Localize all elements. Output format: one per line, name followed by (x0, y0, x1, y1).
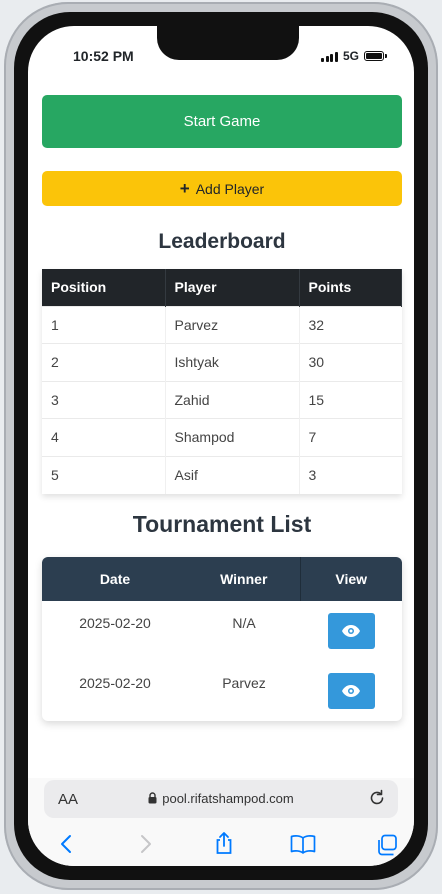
view-cell (300, 661, 402, 721)
column-header: View (299, 556, 402, 601)
position-cell: 3 (42, 380, 165, 419)
winner-cell: N/A (232, 614, 256, 631)
tournament-list-title: Tournament List (132, 510, 312, 537)
eye-icon (342, 624, 360, 637)
column-header: Player (165, 269, 300, 306)
position-cell: 2 (42, 343, 165, 381)
points-cell: 15 (298, 380, 402, 419)
chevron-left-icon[interactable] (60, 834, 72, 859)
plus-icon: + (179, 179, 190, 198)
status-bar: 10:52 PM 5G (28, 48, 414, 68)
table-row: 1 Parvez 32 (42, 305, 402, 344)
column-header: Date (42, 556, 188, 601)
table-row: 2025-02-20 Parvez (42, 661, 402, 721)
winner-cell: Parvez (222, 674, 266, 691)
player-cell: Ishtyak (164, 343, 299, 381)
reload-icon[interactable] (368, 789, 386, 807)
column-header: Points (299, 269, 402, 306)
player-cell: Zahid (164, 380, 299, 419)
tabs-icon[interactable] (376, 834, 398, 861)
view-cell (300, 601, 402, 661)
column-header: Winner (188, 556, 300, 601)
date-cell: 2025-02-20 (79, 674, 151, 691)
lock-icon (148, 792, 157, 804)
leaderboard-header-row: Position Player Points (42, 269, 402, 306)
url-display[interactable]: pool.rifatshampod.com (44, 791, 398, 806)
chevron-right-icon[interactable] (140, 834, 152, 859)
view-tournament-button[interactable] (327, 672, 375, 709)
signal-icon (321, 51, 338, 62)
position-cell: 1 (42, 305, 165, 344)
leaderboard-table: Position Player Points 1 Parvez 32 2 Ish… (42, 269, 402, 494)
table-row: 3 Zahid 15 (42, 380, 402, 419)
points-cell: 30 (298, 343, 402, 381)
table-row: 2025-02-20 N/A (42, 601, 402, 661)
position-cell: 4 (42, 418, 165, 456)
tournament-table: Date Winner View 2025-02-20 N/A 2025-02-… (42, 556, 402, 721)
status-right: 5G (321, 49, 387, 63)
table-row: 5 Asif 3 (42, 455, 402, 494)
table-row: 4 Shampod 7 (42, 418, 402, 456)
tournament-header-row: Date Winner View (42, 556, 402, 601)
points-cell: 3 (298, 455, 402, 494)
points-cell: 32 (298, 305, 402, 344)
phone-frame: 10:52 PM 5G Start Game + Add Player Lead… (4, 2, 438, 890)
start-game-button[interactable]: Start Game (42, 95, 402, 148)
points-cell: 7 (298, 418, 402, 456)
position-cell: 5 (42, 455, 165, 494)
url-text: pool.rifatshampod.com (162, 791, 294, 806)
player-cell: Parvez (164, 305, 299, 344)
network-type: 5G (342, 49, 359, 63)
safari-toolbar: AA pool.rifatshampod.com (28, 778, 414, 866)
table-row: 2 Ishtyak 30 (42, 343, 402, 381)
browser-nav-bar (28, 831, 414, 861)
player-cell: Shampod (164, 418, 299, 456)
add-player-label: Add Player (195, 180, 265, 197)
player-cell: Asif (164, 455, 299, 494)
screen: 10:52 PM 5G Start Game + Add Player Lead… (28, 26, 414, 866)
phone-bezel: 10:52 PM 5G Start Game + Add Player Lead… (14, 12, 428, 880)
leaderboard-title: Leaderboard (158, 230, 286, 253)
column-header: Position (42, 269, 166, 306)
date-cell: 2025-02-20 (79, 614, 151, 631)
book-icon[interactable] (290, 834, 316, 859)
eye-icon (342, 684, 360, 697)
status-time: 10:52 PM (73, 48, 134, 64)
address-bar[interactable]: AA pool.rifatshampod.com (44, 780, 398, 818)
main-content: Start Game + Add Player Leaderboard Posi… (42, 82, 402, 721)
add-player-button[interactable]: + Add Player (42, 171, 402, 206)
tournament-table-card: Date Winner View 2025-02-20 N/A 2025-02-… (42, 556, 402, 721)
battery-icon (364, 51, 387, 61)
view-tournament-button[interactable] (327, 612, 375, 649)
share-icon[interactable] (214, 831, 234, 860)
